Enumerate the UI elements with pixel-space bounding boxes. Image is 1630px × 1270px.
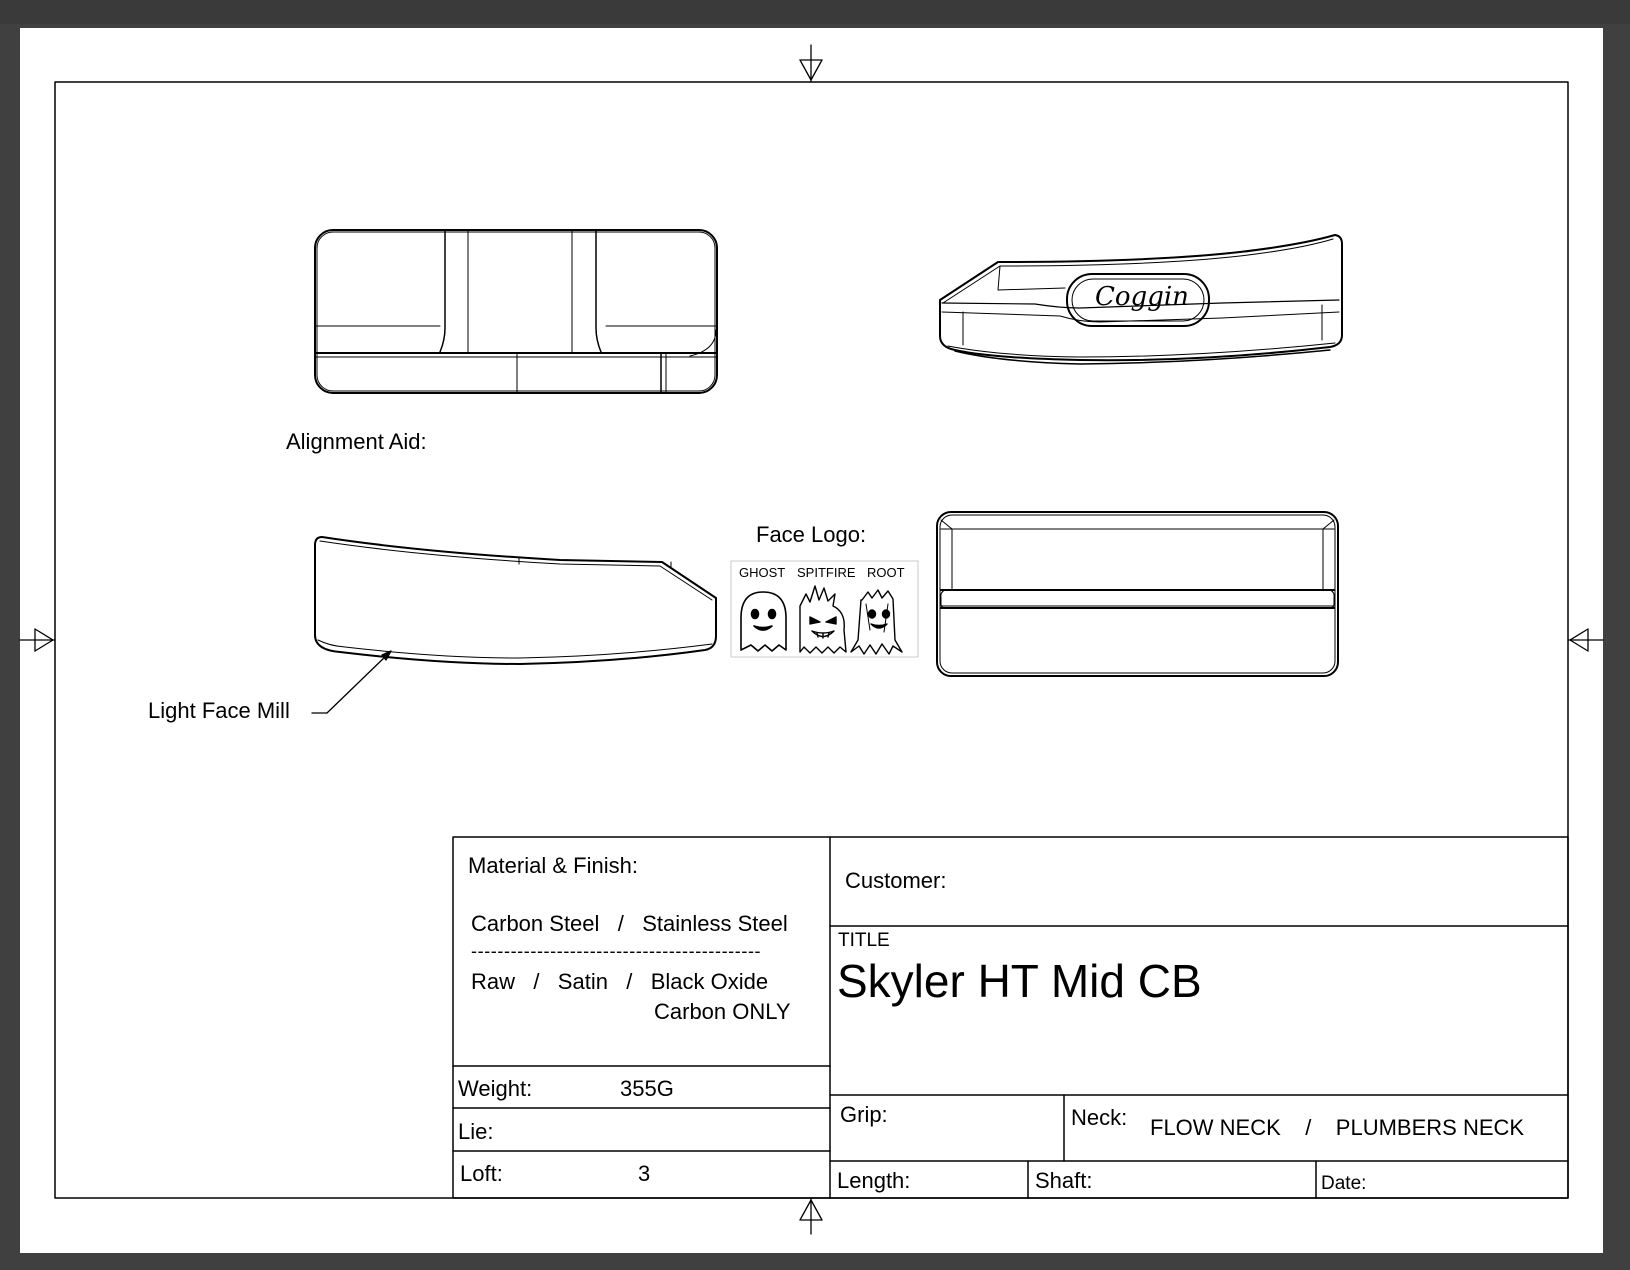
date-label: Date:	[1321, 1173, 1367, 1194]
spitfire-logo-icon	[799, 585, 847, 654]
leader-light-face-mill	[311, 650, 392, 714]
lie-label: Lie:	[458, 1119, 494, 1144]
view-face	[936, 511, 1339, 677]
customer-label: Customer:	[845, 868, 947, 893]
center-mark-right	[1567, 628, 1604, 652]
material-options: Carbon Steel / Stainless Steel	[471, 911, 788, 936]
shaft-label: Shaft:	[1035, 1168, 1093, 1193]
center-mark-bottom	[799, 1197, 823, 1235]
alignment-aid-label: Alignment Aid:	[286, 429, 427, 454]
light-face-mill-label: Light Face Mill	[148, 698, 290, 723]
drawing-title: Skyler HT Mid CB	[837, 955, 1202, 1007]
loft-value: 3	[638, 1161, 651, 1186]
length-label: Length:	[837, 1168, 911, 1193]
logo-name-spitfire: SPITFIRE	[797, 565, 856, 580]
logo-name-ghost: GHOST	[739, 565, 786, 580]
center-mark-top	[799, 44, 823, 83]
material-finish-label: Material & Finish:	[468, 853, 638, 878]
root-logo-icon	[850, 589, 903, 655]
material-divider: ----------------------------------------…	[471, 941, 762, 961]
finish-note: Carbon ONLY	[654, 999, 791, 1024]
weight-value: 355G	[620, 1076, 674, 1101]
technical-drawing	[19, 44, 1604, 1235]
neck-options: FLOW NECK / PLUMBERS NECK	[1150, 1115, 1525, 1140]
view-sole	[314, 536, 717, 665]
face-logo-label: Face Logo:	[756, 522, 867, 547]
ghost-logo-icon	[740, 591, 787, 652]
grip-label: Grip:	[840, 1102, 888, 1127]
center-mark-left	[19, 628, 56, 652]
finish-options: Raw / Satin / Black Oxide	[471, 969, 769, 994]
loft-label: Loft:	[460, 1161, 503, 1186]
badge-logo-text: Coggin	[1095, 282, 1189, 312]
title-caption: TITLE	[838, 930, 890, 951]
neck-label: Neck:	[1071, 1105, 1128, 1130]
title-block-grid	[452, 836, 1569, 1199]
view-top	[314, 229, 718, 394]
weight-label: Weight:	[458, 1076, 533, 1101]
logo-name-root: ROOT	[867, 565, 905, 580]
